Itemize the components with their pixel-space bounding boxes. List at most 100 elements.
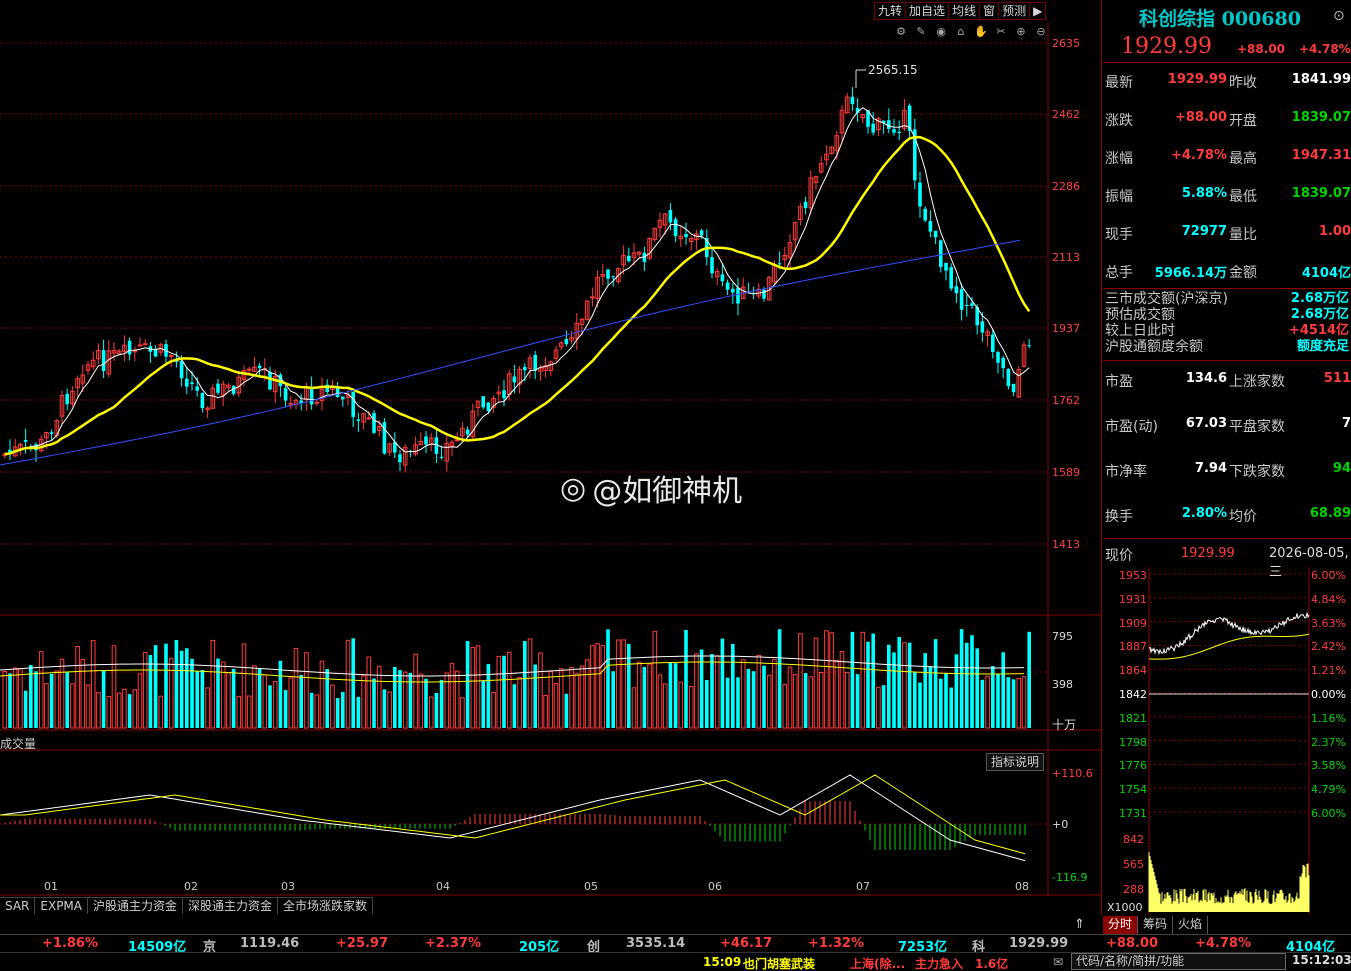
ratio-value: 511 [1323,371,1351,386]
volume-bar [866,641,870,728]
toolbar-add-watchlist[interactable]: 加自选 [906,3,950,19]
volume-bar [434,692,439,728]
volume-bar [777,629,782,728]
tab-flame[interactable]: 火焰 [1173,916,1209,934]
volume-bar [12,667,18,729]
toolbar-ma[interactable]: 均线 [949,3,981,19]
tab-sar[interactable]: SAR [0,897,36,914]
ratio-label: 平盘家数 [1229,419,1285,435]
volume-bar [174,639,179,728]
toolbar-forecast[interactable]: 预测 [999,3,1031,19]
volume-bar [710,654,714,728]
candle-body [725,282,730,290]
mini-price-tick: 1798 [1119,735,1147,749]
eye-icon[interactable]: ◉ [933,24,949,40]
candle-body [887,120,891,129]
candle-body [928,221,933,232]
market-label: 三市成交额(沪深京) [1105,291,1228,307]
volume-bar [933,639,938,728]
month-04: 04 [436,880,450,893]
quote-value: 1839.07 [1291,110,1351,125]
volume-bar [985,675,990,729]
tab-sz-connect-flow[interactable]: 深股通主力资金 [183,897,279,914]
index-bar-item: +25.97 [336,936,389,951]
quote-row: 最新 1929.99 昨收 1841.99 [1105,72,1351,92]
volume-bar [844,671,850,729]
candle-body [965,304,969,306]
tab-expma[interactable]: EXPMA [35,897,88,914]
lock-icon[interactable]: ⊙ [1333,8,1345,24]
volume-bar [148,654,153,728]
volume-bar [621,639,626,729]
index-bar-item: 3535.14 [626,936,686,951]
volume-bar [959,629,964,728]
indicator-help-button[interactable]: 指标说明 [986,753,1045,771]
tab-intraday[interactable]: 分时 [1103,916,1139,934]
candle-body [611,276,615,278]
volume-bar [439,679,444,728]
mini-pct-tick: 1.16% [1311,711,1346,725]
ratio-value: 94 [1332,461,1351,476]
settings-icon[interactable]: ⚙ [893,24,909,40]
volume-label: 成交量 [0,737,37,751]
zoom-in-icon[interactable]: ⊕ [1013,24,1029,40]
candle-body [268,371,272,390]
up-arrow-icon[interactable]: ⇑ [1074,917,1085,932]
volume-bar [1027,631,1031,728]
volume-bar [892,652,896,728]
mini-vol-tick: 288 [1123,883,1144,896]
volume-bar [38,651,44,729]
ticker-flow: 主力急入 [915,957,964,971]
lock-icon[interactable]: ⌂ [953,24,969,40]
scissors-icon[interactable]: ✂ [993,24,1009,40]
message-icon[interactable]: ✉ [1053,955,1063,969]
mini-price-tick: 1953 [1119,569,1147,582]
kline-chart[interactable] [0,0,1102,915]
candle-body [606,269,610,279]
mini-vol-unit: X1000 [1107,901,1143,914]
candle-body [699,230,704,236]
hand-icon[interactable]: ✋ [973,24,989,40]
volume-bar [907,642,912,728]
ratio-value: 7.94 [1194,461,1227,476]
search-input[interactable]: 代码/名称/简拼/功能 [1071,953,1286,970]
toolbar-jiuzhuan[interactable]: 九转 [875,3,907,19]
market-value: +4514亿 [1288,323,1349,338]
mini-price-tick: 1864 [1119,664,1147,678]
candle-body [949,267,953,289]
quote-value: 1929.99 [1167,72,1227,87]
volume-bar [860,631,866,729]
volume-bar [684,629,688,728]
candle-body [335,387,340,397]
month-01: 01 [44,880,58,893]
play-icon[interactable]: ▶ [1030,3,1045,19]
volume-bar [813,637,819,729]
candle-body [257,365,262,369]
mini-pct-tick: 6.00% [1311,569,1346,582]
volume-bar [111,645,117,729]
toolbar-window[interactable]: 窗 [980,3,1000,19]
volume-bar [398,670,402,728]
pen-icon[interactable]: ✎ [913,24,929,40]
volume-bar [299,674,303,728]
current-label: 现价 [1105,548,1133,564]
volume-bar [855,674,860,728]
quote-label: 最低 [1229,189,1257,205]
tab-market-breadth[interactable]: 全市场涨跌家数 [278,897,374,914]
chart-area[interactable]: 九转 加自选 均线 窗 预测 ▶ ⚙ ✎ ◉ ⌂ ✋ ✂ ⊕ ⊖ 2635 24… [0,0,1102,915]
volume-bar [1016,678,1022,729]
tab-chips[interactable]: 筹码 [1138,916,1174,934]
zoom-out-icon[interactable]: ⊖ [1033,24,1049,40]
volume-bar [808,676,814,729]
ratio-value: 67.03 [1185,416,1227,431]
ticker-news[interactable]: 也门胡塞武装 [743,955,815,971]
volume-bar [345,639,351,729]
volume-bar [824,630,829,729]
candle-body [481,396,485,408]
candle-body [803,201,808,209]
volume-bar [876,686,881,729]
tab-sh-connect-flow[interactable]: 沪股通主力资金 [88,897,184,914]
market-value: 2.68万亿 [1290,291,1349,306]
volume-bar [991,666,995,728]
candle-body [168,355,174,358]
